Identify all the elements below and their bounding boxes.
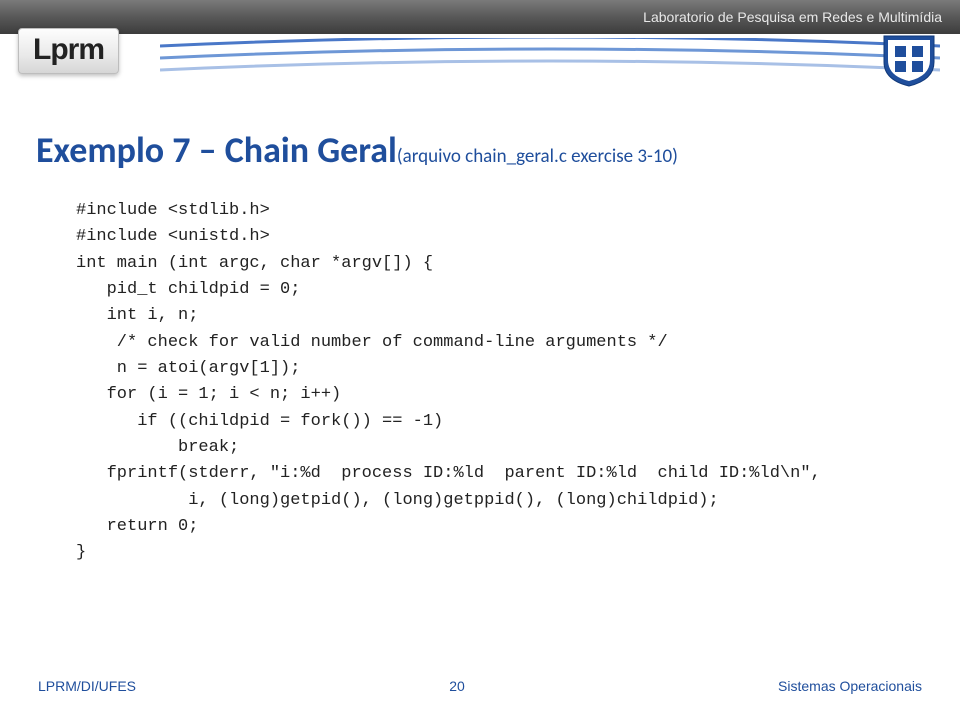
logo-row: Lprm [0,34,960,104]
lprm-logo-text: Lprm [33,33,104,66]
lab-name: Laboratorio de Pesquisa em Redes e Multi… [643,9,942,25]
code-line: int main (int argc, char *argv[]) { [76,254,433,273]
footer-right: Sistemas Operacionais [778,678,922,694]
code-line: fprintf(stderr, "i:%d process ID:%ld par… [76,464,821,483]
code-line: pid_t childpid = 0; [76,280,300,299]
lprm-logo: Lprm [18,28,119,74]
code-line: /* check for valid number of command-lin… [76,333,668,352]
code-line: #include <stdlib.h> [76,201,270,220]
title-sub: (arquivo chain_geral.c exercise 3-10) [397,145,678,168]
title-main: Exemplo 7 – Chain Geral [36,128,397,172]
footer-page-number: 20 [449,678,465,694]
code-line: #include <unistd.h> [76,227,270,246]
header-arcs-decoration [160,38,940,78]
header-bar: Laboratorio de Pesquisa em Redes e Multi… [0,0,960,34]
code-line: return 0; [76,517,198,536]
code-line: break; [76,438,239,457]
code-line: } [76,543,86,562]
footer: LPRM/DI/UFES 20 Sistemas Operacionais [0,678,960,694]
code-line: if ((childpid = fork()) == -1) [76,412,443,431]
footer-left: LPRM/DI/UFES [38,678,136,694]
code-block: #include <stdlib.h> #include <unistd.h> … [76,198,821,567]
code-line: int i, n; [76,306,198,325]
code-line: n = atoi(argv[1]); [76,359,300,378]
code-line: i, (long)getpid(), (long)getppid(), (lon… [76,491,719,510]
ufes-shield-icon [880,32,938,88]
slide-title: Exemplo 7 – Chain Geral(arquivo chain_ge… [36,128,678,172]
code-line: for (i = 1; i < n; i++) [76,385,341,404]
